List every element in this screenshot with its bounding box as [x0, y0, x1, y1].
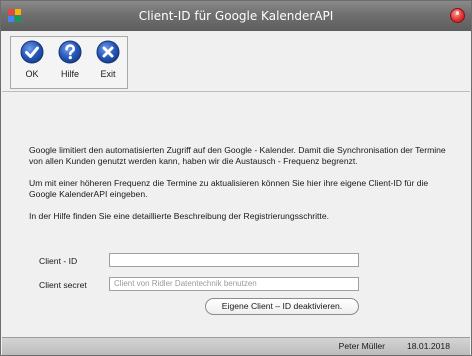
status-user: Peter Müller — [338, 341, 385, 351]
exit-button[interactable]: Exit — [91, 40, 125, 86]
info-paragraph-1: Google limitiert den automatisierten Zug… — [29, 145, 446, 166]
status-date: 18.01.2018 — [406, 341, 450, 351]
status-bar: Peter Müller 18.01.2018 — [2, 337, 470, 355]
ok-button[interactable]: OK — [15, 40, 49, 86]
window-title: Client-ID für Google KalenderAPI — [138, 9, 334, 23]
exit-button-label: Exit — [100, 69, 116, 79]
info-paragraph-3: In der Hilfe finden Sie eine detailliert… — [29, 211, 329, 221]
toolbar: OK Hilfe Exit — [2, 32, 470, 92]
checkmark-icon — [20, 40, 44, 64]
window-close-button[interactable] — [450, 8, 465, 23]
info-paragraph-2: Um mit einer höheren Frequenz die Termin… — [29, 178, 429, 199]
title-bar[interactable]: Client-ID für Google KalenderAPI — [1, 1, 471, 31]
deactivate-client-id-button[interactable]: Eigene Client – ID deaktivieren. — [205, 298, 359, 315]
dialog-window: Client-ID für Google KalenderAPI OK Hilf… — [0, 0, 472, 356]
client-id-label: Client - ID — [39, 256, 78, 266]
app-icon — [8, 9, 22, 23]
client-secret-input[interactable]: Client von Ridler Datentechnik benutzen — [109, 277, 359, 291]
client-id-input[interactable] — [109, 253, 359, 267]
help-button[interactable]: Hilfe — [53, 40, 87, 86]
content-area: Google limitiert den automatisierten Zug… — [2, 93, 470, 336]
close-x-icon — [96, 40, 120, 64]
help-button-label: Hilfe — [60, 69, 79, 79]
toolbar-button-group: OK Hilfe Exit — [10, 36, 128, 89]
ok-button-label: OK — [25, 69, 39, 79]
client-secret-label: Client secret — [39, 280, 87, 290]
question-icon — [58, 40, 82, 64]
